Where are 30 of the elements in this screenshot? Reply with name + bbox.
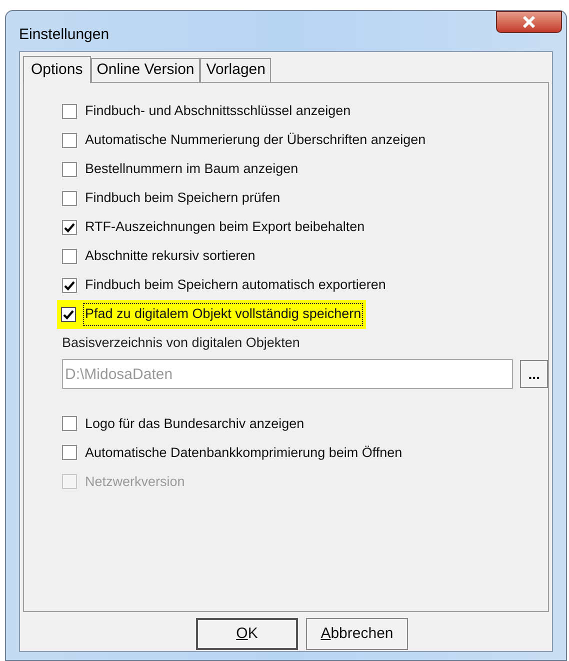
browse-button[interactable]: ...: [520, 360, 548, 388]
checkbox-label: Automatische Nummerierung der Überschriften anzeigen: [85, 131, 426, 150]
close-icon: [522, 16, 536, 28]
checkbox-label: Findbuch beim Speichern automatisch exportieren: [85, 276, 386, 294]
checkbox-label: Findbuch beim Speichern prüfen: [85, 189, 280, 208]
checkbox[interactable]: [62, 249, 77, 264]
checkbox-label: Abschnitte rekursiv sortieren: [85, 247, 256, 266]
checkbox-label: Automatische Datenbankkomprimierung beim Öffnen: [85, 444, 402, 462]
checkbox-label: RTF-Auszeichnungen beim Export beibehalten: [85, 218, 365, 236]
tab[interactable]: Options: [23, 56, 91, 83]
checkbox[interactable]: [62, 191, 77, 206]
close-button[interactable]: [496, 11, 562, 33]
checkbox[interactable]: [62, 162, 77, 177]
checkbox[interactable]: [62, 278, 77, 293]
checkbox[interactable]: [62, 220, 77, 235]
window-title: Einstellungen: [19, 25, 110, 45]
dialog-button[interactable]: OK: [196, 618, 298, 650]
checkbox-label: Logo für das Bundesarchiv anzeigen: [85, 414, 304, 433]
checkbox[interactable]: [62, 445, 77, 460]
dialog-button[interactable]: Abbrechen: [306, 618, 408, 650]
checkbox-label: Findbuch- und Abschnittsschlüssel anzeigen: [85, 102, 351, 120]
field-label: Basisverzeichnis von digitalen Objekten: [62, 334, 301, 352]
checkbox-label: Netzwerkversion: [85, 472, 185, 491]
checkbox-label: Bestellnummern im Baum anzeigen: [85, 160, 298, 178]
checkbox[interactable]: [62, 133, 77, 148]
checkbox[interactable]: [61, 307, 76, 322]
tab[interactable]: Online Version: [90, 58, 200, 82]
tab[interactable]: Vorlagen: [200, 58, 272, 82]
checkbox[interactable]: [62, 104, 77, 119]
checkbox[interactable]: [62, 416, 77, 432]
